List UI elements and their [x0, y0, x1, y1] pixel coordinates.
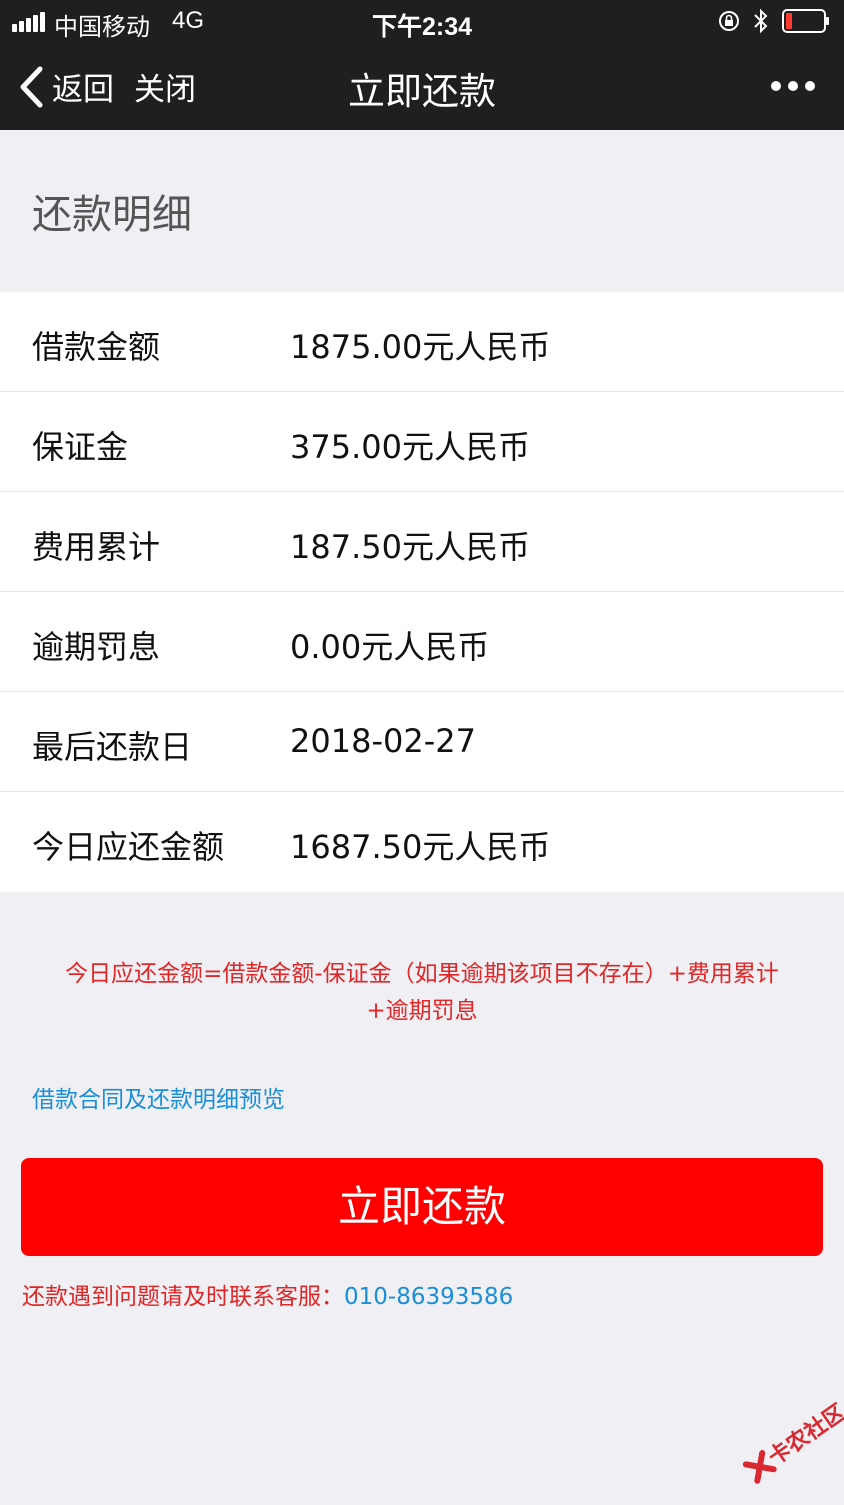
navigation-bar: 返回 关闭 立即还款 [0, 44, 844, 130]
bluetooth-icon [754, 8, 768, 34]
detail-row-due-date: 最后还款日 2018-02-27 [0, 692, 844, 792]
section-title: 还款明细 [32, 192, 192, 238]
detail-row-loan-amount: 借款金额 1875.00元人民币 [0, 292, 844, 392]
detail-label: 今日应还金额 [32, 828, 225, 866]
customer-service-note: 还款遇到问题请及时联系客服：010-86393586 [22, 1277, 513, 1311]
formula-line-2: +逾期罚息 [366, 998, 478, 1024]
more-dots-icon[interactable] [770, 80, 816, 92]
detail-value: 1875.00元人民币 [290, 328, 551, 366]
detail-label: 费用累计 [32, 528, 161, 566]
detail-label: 逾期罚息 [32, 628, 161, 666]
detail-value: 375.00元人民币 [290, 428, 530, 466]
detail-label: 保证金 [32, 428, 129, 466]
detail-value: 187.50元人民币 [290, 528, 530, 566]
rotation-lock-icon [719, 11, 739, 31]
repayment-detail-table: 借款金额 1875.00元人民币 保证金 375.00元人民币 费用累计 187… [0, 292, 844, 892]
status-bar: 中国移动 4G 下午2:34 [0, 0, 844, 44]
formula-line-1: 今日应还金额=借款金额-保证金（如果逾期该项目不存在）+费用累计 [65, 961, 779, 987]
detail-label: 最后还款日 [32, 728, 193, 766]
detail-row-deposit: 保证金 375.00元人民币 [0, 392, 844, 492]
detail-value: 1687.50元人民币 [290, 828, 551, 866]
contact-text: 还款遇到问题请及时联系客服： [22, 1284, 344, 1310]
detail-value: 0.00元人民币 [290, 628, 490, 666]
detail-row-penalty: 逾期罚息 0.00元人民币 [0, 592, 844, 692]
battery-icon [782, 9, 829, 33]
detail-label: 借款金额 [32, 328, 161, 366]
page-title: 立即还款 [348, 70, 496, 113]
repayment-formula-note: 今日应还金额=借款金额-保证金（如果逾期该项目不存在）+费用累计 +逾期罚息 [30, 956, 814, 1030]
detail-row-due-today: 今日应还金额 1687.50元人民币 [0, 792, 844, 892]
watermark-text: 卡农社区 [764, 1399, 844, 1471]
contract-preview-link[interactable]: 借款合同及还款明细预览 [32, 1080, 285, 1114]
watermark-logo: 卡农社区 [724, 1379, 844, 1504]
repay-now-button[interactable]: 立即还款 [21, 1158, 823, 1256]
detail-row-fees: 费用累计 187.50元人民币 [0, 492, 844, 592]
contact-phone-link[interactable]: 010-86393586 [344, 1284, 513, 1310]
detail-value: 2018-02-27 [290, 722, 476, 760]
